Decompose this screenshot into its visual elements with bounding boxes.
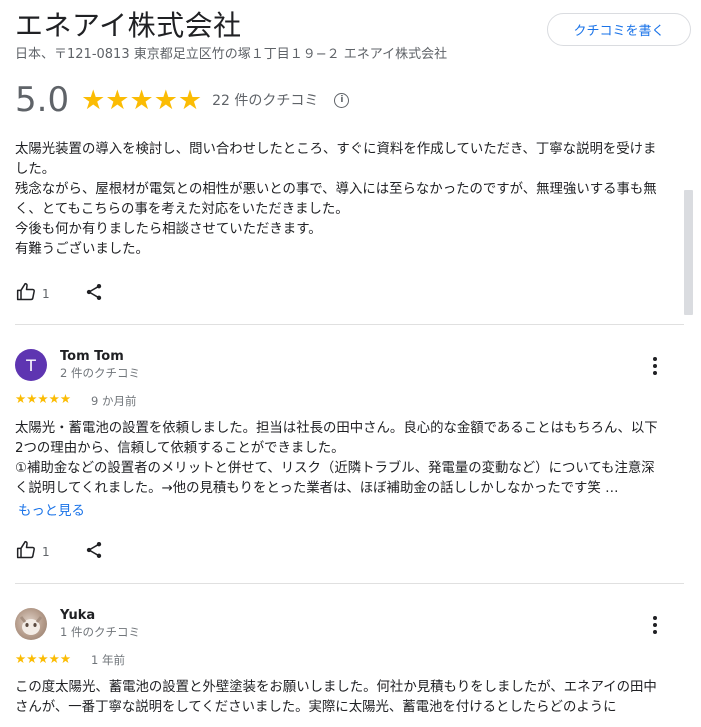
more-options-icon[interactable]: [652, 616, 658, 634]
review-paragraph: 残念ながら、屋根材が電気との相性が悪いとの事で、導入には至らなかったのですが、無…: [15, 182, 657, 217]
review-count: 22 件のクチコミ: [212, 93, 319, 109]
review-stars: ★★★★★: [15, 391, 72, 406]
divider: [15, 583, 684, 584]
review-date: 9 か月前: [91, 394, 137, 408]
business-name: エネアイ株式会社: [15, 9, 242, 42]
like-count: 1: [42, 287, 50, 301]
review-actions: 1: [16, 540, 104, 564]
more-options-icon[interactable]: [652, 357, 658, 375]
thumbs-up-icon[interactable]: [16, 282, 36, 306]
see-more-link[interactable]: もっと見る: [18, 499, 85, 519]
business-address: 日本、〒121-0813 東京都足立区竹の塚１丁目１９−２ エネアイ株式会社: [15, 47, 448, 62]
divider: [15, 324, 684, 325]
reviewer-name[interactable]: Yuka: [60, 608, 95, 623]
thumbs-up-icon[interactable]: [16, 540, 36, 564]
reviewer-review-count: 2 件のクチコミ: [60, 366, 140, 380]
avatar[interactable]: [15, 608, 47, 640]
review-body: この度太陽光、蓄電池の設置と外壁塗装をお願いしました。何社か見積もりをしましたが…: [15, 678, 665, 718]
scrollbar[interactable]: [684, 190, 693, 315]
review-paragraph: 太陽光装置の導入を検討し、問い合わせしたところ、すぐに資料を作成していただき、丁…: [15, 142, 657, 177]
review-date: 1 年前: [91, 653, 125, 667]
review-body: 太陽光装置の導入を検討し、問い合わせしたところ、すぐに資料を作成していただき、丁…: [15, 140, 665, 260]
review-paragraph: 有難うございました。: [15, 242, 149, 257]
avatar[interactable]: T: [15, 349, 47, 381]
review-paragraph: この度太陽光、蓄電池の設置と外壁塗装をお願いしました。何社か見積もりをしましたが…: [15, 680, 657, 715]
share-icon[interactable]: [84, 540, 104, 564]
average-rating: 5.0: [15, 80, 70, 120]
reviewer-review-count: 1 件のクチコミ: [60, 625, 140, 639]
write-review-button[interactable]: クチコミを書く: [547, 13, 691, 46]
rating-summary: 5.0 ★★★★★ 22 件のクチコミ i: [15, 80, 350, 120]
reviewer-name[interactable]: Tom Tom: [60, 349, 124, 364]
info-icon[interactable]: i: [334, 92, 350, 108]
like-count: 1: [42, 545, 50, 559]
rating-stars: ★★★★★: [81, 84, 203, 116]
share-icon[interactable]: [84, 282, 104, 306]
review-paragraph: 太陽光・蓄電池の設置を依頼しました。担当は社長の田中さん。良心的な金額であること…: [15, 421, 658, 456]
review-stars: ★★★★★: [15, 651, 72, 666]
review-body: 太陽光・蓄電池の設置を依頼しました。担当は社長の田中さん。良心的な金額であること…: [15, 419, 665, 499]
review-paragraph: 今後も何か有りましたら相談させていただきます。: [15, 222, 322, 237]
review-paragraph: ①補助金などの設置者のメリットと併せて、リスク（近隣トラブル、発電量の変動など）…: [15, 461, 655, 496]
review-actions: 1: [16, 282, 104, 306]
